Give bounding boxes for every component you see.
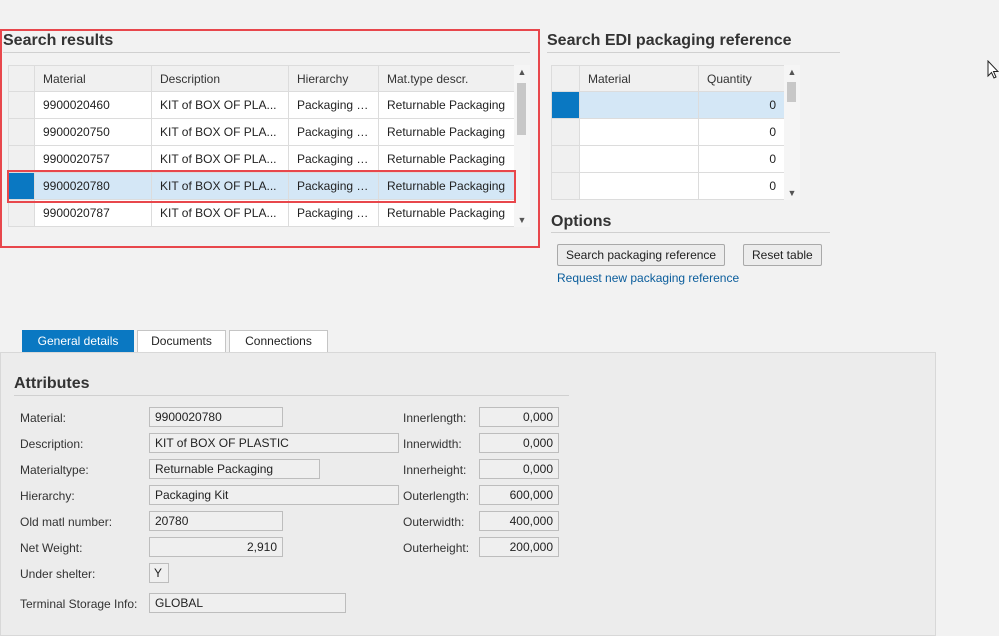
- cell-quantity[interactable]: 0: [698, 91, 785, 119]
- innerheight-field[interactable]: 0,000: [479, 459, 559, 479]
- old-matl-number-field[interactable]: 20780: [149, 511, 283, 531]
- under-shelter-label: Under shelter:: [20, 567, 96, 581]
- attributes-title: Attributes: [14, 375, 90, 392]
- request-new-packaging-reference-link[interactable]: Request new packaging reference: [557, 271, 739, 285]
- scroll-down-icon[interactable]: ▼: [784, 186, 800, 200]
- row-selector-header[interactable]: [551, 65, 580, 92]
- outerlength-field[interactable]: 600,000: [479, 485, 559, 505]
- row-selector[interactable]: [551, 118, 580, 146]
- options-title: Options: [551, 213, 612, 230]
- highlight-box-selected-row: [7, 170, 516, 203]
- materialtype-field[interactable]: Returnable Packaging: [149, 459, 320, 479]
- description-label: Description:: [20, 437, 84, 451]
- innerlength-label: Innerlength:: [403, 411, 467, 425]
- column-header-material[interactable]: Material: [579, 65, 699, 92]
- options-divider: [551, 232, 830, 233]
- innerlength-field[interactable]: 0,000: [479, 407, 559, 427]
- table-row[interactable]: 0: [551, 172, 785, 200]
- old-matl-number-label: Old matl number:: [20, 515, 113, 529]
- net-weight-field[interactable]: 2,910: [149, 537, 283, 557]
- highlight-box-search-results: [0, 29, 540, 248]
- search-packaging-reference-button[interactable]: Search packaging reference: [557, 244, 726, 266]
- row-selector[interactable]: [551, 172, 580, 200]
- hierarchy-label: Hierarchy:: [20, 489, 75, 503]
- cell-quantity[interactable]: 0: [698, 118, 785, 146]
- scroll-thumb[interactable]: [787, 82, 796, 102]
- innerwidth-label: Innerwidth:: [403, 437, 462, 451]
- terminal-storage-info-label: Terminal Storage Info:: [20, 597, 138, 611]
- cell-quantity[interactable]: 0: [698, 172, 785, 200]
- edi-search-scrollbar[interactable]: ▲ ▼: [784, 65, 800, 200]
- cell-material[interactable]: [579, 145, 699, 173]
- attributes-divider: [14, 395, 569, 396]
- net-weight-label: Net Weight:: [20, 541, 83, 555]
- innerheight-label: Innerheight:: [403, 463, 467, 477]
- material-field[interactable]: 9900020780: [149, 407, 283, 427]
- description-field[interactable]: KIT of BOX OF PLASTIC: [149, 433, 399, 453]
- materialtype-label: Materialtype:: [20, 463, 89, 477]
- hierarchy-field[interactable]: Packaging Kit: [149, 485, 399, 505]
- table-row[interactable]: 0: [551, 145, 785, 173]
- tab-connections[interactable]: Connections: [229, 330, 328, 352]
- edi-search-title: Search EDI packaging reference: [547, 32, 792, 49]
- mouse-cursor-icon: [987, 60, 999, 79]
- outerheight-field[interactable]: 200,000: [479, 537, 559, 557]
- row-selector[interactable]: [551, 91, 580, 119]
- table-header-row: Material Quantity: [551, 65, 785, 92]
- cell-quantity[interactable]: 0: [698, 145, 785, 173]
- outerwidth-field[interactable]: 400,000: [479, 511, 559, 531]
- cell-material[interactable]: [579, 118, 699, 146]
- table-row-selected[interactable]: 0: [551, 91, 785, 119]
- cell-material[interactable]: [579, 172, 699, 200]
- scroll-up-icon[interactable]: ▲: [784, 65, 800, 79]
- cell-material[interactable]: [579, 91, 699, 119]
- terminal-storage-info-field[interactable]: GLOBAL: [149, 593, 346, 613]
- under-shelter-field[interactable]: Y: [149, 563, 169, 583]
- row-selector[interactable]: [551, 145, 580, 173]
- material-label: Material:: [20, 411, 67, 425]
- tab-general-details[interactable]: General details: [22, 330, 134, 352]
- outerwidth-label: Outerwidth:: [403, 515, 465, 529]
- tab-documents[interactable]: Documents: [137, 330, 226, 352]
- reset-table-button[interactable]: Reset table: [743, 244, 822, 266]
- outerheight-label: Outerheight:: [403, 541, 470, 555]
- column-header-quantity[interactable]: Quantity: [698, 65, 785, 92]
- edi-search-table: Material Quantity 0 0 0 0: [551, 65, 785, 200]
- outerlength-label: Outerlength:: [403, 489, 470, 503]
- edi-search-divider: [547, 52, 840, 53]
- table-row[interactable]: 0: [551, 118, 785, 146]
- innerwidth-field[interactable]: 0,000: [479, 433, 559, 453]
